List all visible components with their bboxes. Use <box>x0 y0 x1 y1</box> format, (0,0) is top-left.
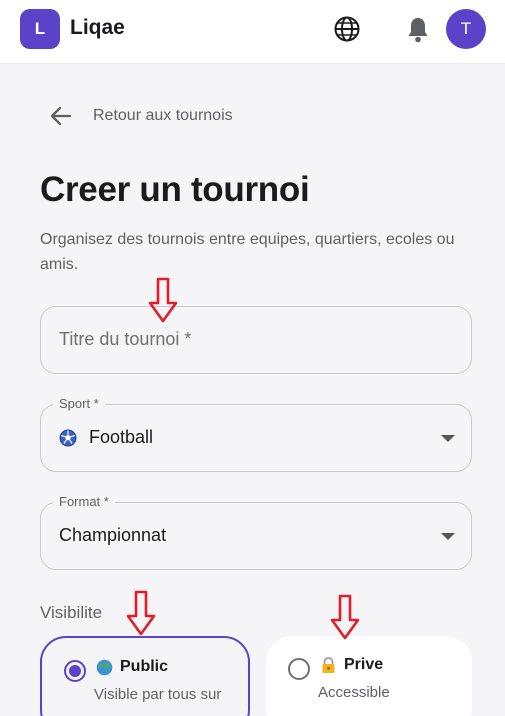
public-label: Public <box>120 658 169 675</box>
page-subtitle: Organisez des tournois entre equipes, qu… <box>40 231 455 273</box>
soccer-ball-icon <box>59 429 77 446</box>
format-select[interactable]: Format * Championnat <box>40 494 472 570</box>
visibility-option-public[interactable]: Public Visible par tous sur <box>40 636 250 716</box>
annotation-arrow-down-icon <box>126 590 156 636</box>
annotation-arrow-down-icon <box>330 594 360 640</box>
public-description: Visible par tous sur <box>94 686 222 703</box>
top-bar: L Liqae T <box>0 0 505 64</box>
lock-icon <box>322 656 335 673</box>
sport-value: Football <box>89 427 154 447</box>
arrow-left-icon <box>50 106 72 126</box>
radio-button-public[interactable] <box>64 660 86 682</box>
globe-emoji-icon <box>96 659 113 675</box>
sport-select[interactable]: Sport * Football <box>40 396 472 472</box>
format-value: Championnat <box>59 525 167 545</box>
visibility-option-prive[interactable]: Prive Accessible <box>266 636 472 716</box>
avatar-letter: T <box>460 19 472 38</box>
prive-description: Accessible <box>318 684 390 701</box>
app-name[interactable]: Liqae <box>70 16 125 40</box>
page-title: Creer un tournoi <box>40 170 310 209</box>
bell-icon[interactable] <box>405 15 431 43</box>
globe-icon[interactable] <box>333 15 361 43</box>
chevron-down-icon <box>441 533 455 540</box>
logo-letter: L <box>34 19 46 38</box>
format-label: Format * <box>53 494 115 509</box>
radio-selected-dot <box>69 665 81 677</box>
chevron-down-icon <box>441 435 455 442</box>
avatar[interactable]: T <box>446 9 486 49</box>
visibility-label: Visibilite <box>40 603 103 622</box>
prive-label: Prive <box>344 656 384 673</box>
radio-button-prive[interactable] <box>288 658 310 680</box>
sport-label: Sport * <box>53 396 105 411</box>
app-logo[interactable]: L <box>20 9 60 49</box>
tournament-title-placeholder: Titre du tournoi * <box>59 329 192 349</box>
tournament-title-input[interactable]: Titre du tournoi * <box>40 306 472 374</box>
annotation-arrow-down-icon <box>148 277 178 323</box>
back-link-label: Retour aux tournois <box>93 107 233 124</box>
back-link[interactable]: Retour aux tournois <box>48 103 233 129</box>
